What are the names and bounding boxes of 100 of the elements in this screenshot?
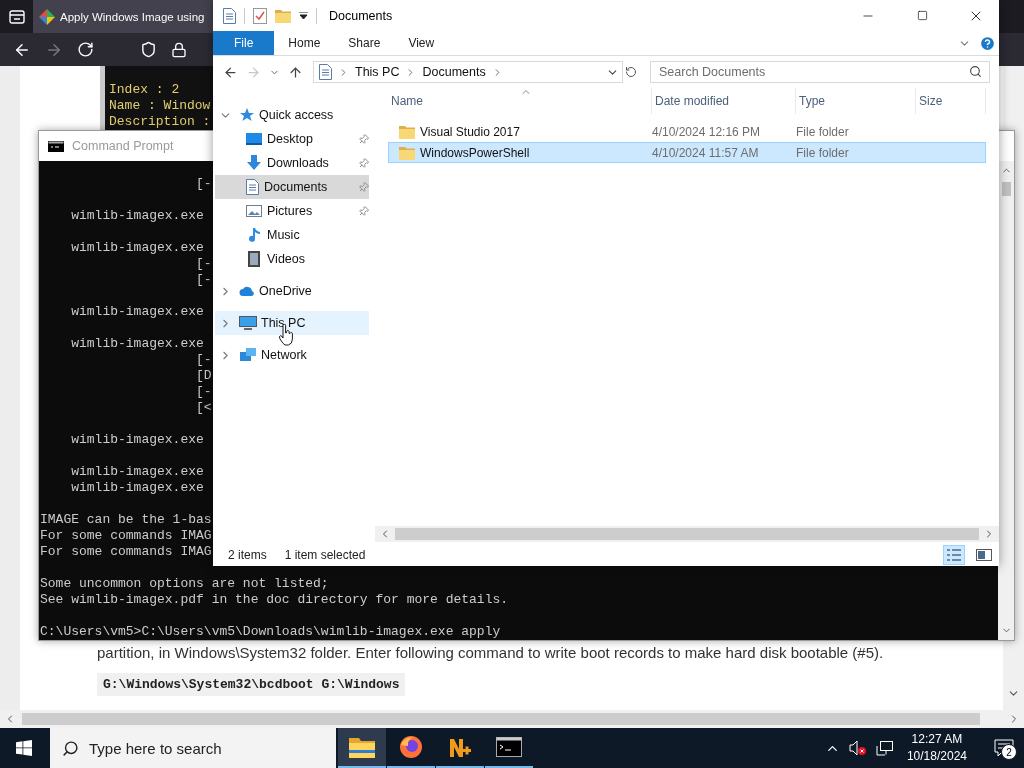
breadcrumb[interactable]: Documents (422, 65, 486, 79)
nav-label: Downloads (267, 156, 330, 170)
tab-title: Apply Windows Image using (60, 10, 205, 23)
column-header[interactable]: Type (796, 88, 916, 114)
dropdown-icon[interactable] (299, 11, 308, 20)
ribbon-tab[interactable]: Share (334, 31, 395, 55)
code-line: Name : Window (109, 98, 211, 114)
nav-item[interactable]: Documents (215, 175, 369, 199)
code-snippet: G:\Windows\System32\bcdboot G:\Windows (97, 673, 406, 696)
console-line: wimlib-imagex.exe (70, 208, 204, 224)
network-icon[interactable] (875, 740, 894, 756)
console-line: Some uncommon options are not listed; (40, 576, 329, 592)
console-icon (48, 140, 64, 152)
notifications-button[interactable]: 2 (984, 728, 1024, 768)
console-line: [- (195, 384, 212, 400)
nav-item[interactable]: OneDrive (215, 279, 369, 303)
console-line: [< (195, 400, 212, 416)
file-row[interactable]: Visual Studio 2017 4/10/2024 12:16 PM File folder (388, 121, 986, 142)
clock[interactable]: 12:27 AM 10/18/2024 (906, 731, 967, 765)
horizontal-scrollbar[interactable] (0, 710, 1024, 728)
column-header[interactable]: Size (916, 88, 986, 114)
ribbon-tab[interactable]: Home (274, 31, 335, 55)
up-icon[interactable] (288, 64, 303, 80)
nav-label: Quick access (259, 108, 335, 122)
console-line: wimlib-imagex.exe (70, 336, 204, 352)
file-menu-tab[interactable]: File (213, 31, 275, 55)
new-folder-icon[interactable] (275, 8, 291, 23)
search-field[interactable]: Search Documents (650, 61, 990, 83)
back-icon[interactable] (223, 64, 238, 80)
console-line: [D (195, 368, 212, 384)
nav-item[interactable]: Downloads (215, 151, 369, 175)
preview-pane-icon (976, 547, 992, 562)
nav-item[interactable]: Music (215, 223, 369, 247)
nav-label: Network (261, 348, 308, 362)
column-header[interactable]: Date modified (652, 88, 796, 114)
file-row[interactable]: WindowsPowerShell 4/10/2024 11:57 AM File folder (388, 142, 986, 163)
desktop-icon (246, 131, 262, 147)
taskbar-search-field[interactable]: Type here to search (50, 728, 336, 768)
window-title: Documents (329, 8, 394, 23)
search-icon (62, 739, 79, 757)
film-icon (246, 251, 262, 267)
maximize-icon[interactable] (916, 10, 928, 21)
console-line: [- (195, 352, 212, 368)
nav-label: Pictures (267, 204, 314, 218)
nav-item[interactable]: This PC (215, 311, 369, 335)
nav-item[interactable]: Desktop (215, 127, 369, 151)
refresh-icon[interactable] (625, 66, 637, 78)
file-name: Visual Studio 2017 (420, 124, 520, 139)
computer-icon (239, 315, 257, 331)
nav-item[interactable]: Network (215, 343, 369, 367)
date-modified: 4/10/2024 12:16 PM (652, 124, 761, 139)
muted-speaker-icon[interactable] (848, 740, 867, 756)
nav-label: Desktop (267, 132, 314, 146)
console-line: wimlib-imagex.exe (70, 432, 204, 448)
address-bar[interactable]: This PC Documents (313, 61, 623, 83)
document-icon (319, 64, 332, 80)
console-line: C:\Users\vm5>C:\Users\vm5\Downloads\wimlib-imagex.exe apply (40, 624, 501, 640)
column-header[interactable]: Name (388, 88, 652, 114)
network-icon (239, 347, 257, 363)
tab-list-icon[interactable] (8, 9, 25, 24)
console-line: IMAGE can be the 1-bas (40, 512, 212, 528)
windows-logo-icon (16, 740, 32, 756)
ribbon-tab[interactable]: View (394, 31, 449, 55)
console-line: wimlib-imagex.exe (70, 480, 204, 496)
lock-icon[interactable] (171, 41, 187, 58)
checkmark-icon[interactable] (253, 7, 267, 24)
window-title: Command Prompt (72, 139, 174, 153)
music-note-icon (246, 227, 262, 243)
nav-label: Music (267, 228, 301, 242)
folder-icon (349, 736, 375, 758)
document-icon (246, 179, 259, 195)
help-icon[interactable] (979, 34, 996, 52)
reload-icon[interactable] (77, 41, 94, 58)
nav-item[interactable]: Videos (215, 247, 369, 271)
console-line: wimlib-imagex.exe (70, 464, 204, 480)
view-button[interactable] (943, 544, 965, 565)
console-line: [- (195, 256, 212, 272)
breadcrumb[interactable]: This PC (355, 65, 400, 79)
nav-label: Documents (264, 180, 329, 194)
search-icon (969, 65, 982, 78)
selection-count: 1 item selected (284, 547, 366, 562)
shield-icon[interactable] (140, 41, 157, 58)
console-line: [- (195, 272, 212, 288)
horizontal-scrollbar[interactable] (375, 526, 999, 542)
browser-tab[interactable]: Apply Windows Image using (33, 0, 213, 33)
console-line: See wimlib-imagex.pdf in the doc directory for more details. (40, 592, 509, 608)
fox-globe-icon (399, 735, 423, 759)
code-line: Index : 2 (109, 82, 180, 98)
console-line: For some commands IMAG (40, 528, 212, 544)
details-view-icon (946, 547, 962, 562)
speech-bubble-icon (994, 739, 1014, 757)
nav-item[interactable]: Pictures (215, 199, 369, 223)
notification-count: 2 (1001, 744, 1017, 760)
code-line: Description : (109, 114, 211, 130)
nav-item[interactable]: Quick access (215, 103, 369, 127)
console-line: [- (195, 176, 212, 192)
file-type: File folder (796, 145, 849, 160)
taskbar-app[interactable] (338, 728, 386, 768)
scroll-thumb[interactable] (1001, 182, 1011, 196)
site-logo-icon (39, 8, 55, 25)
